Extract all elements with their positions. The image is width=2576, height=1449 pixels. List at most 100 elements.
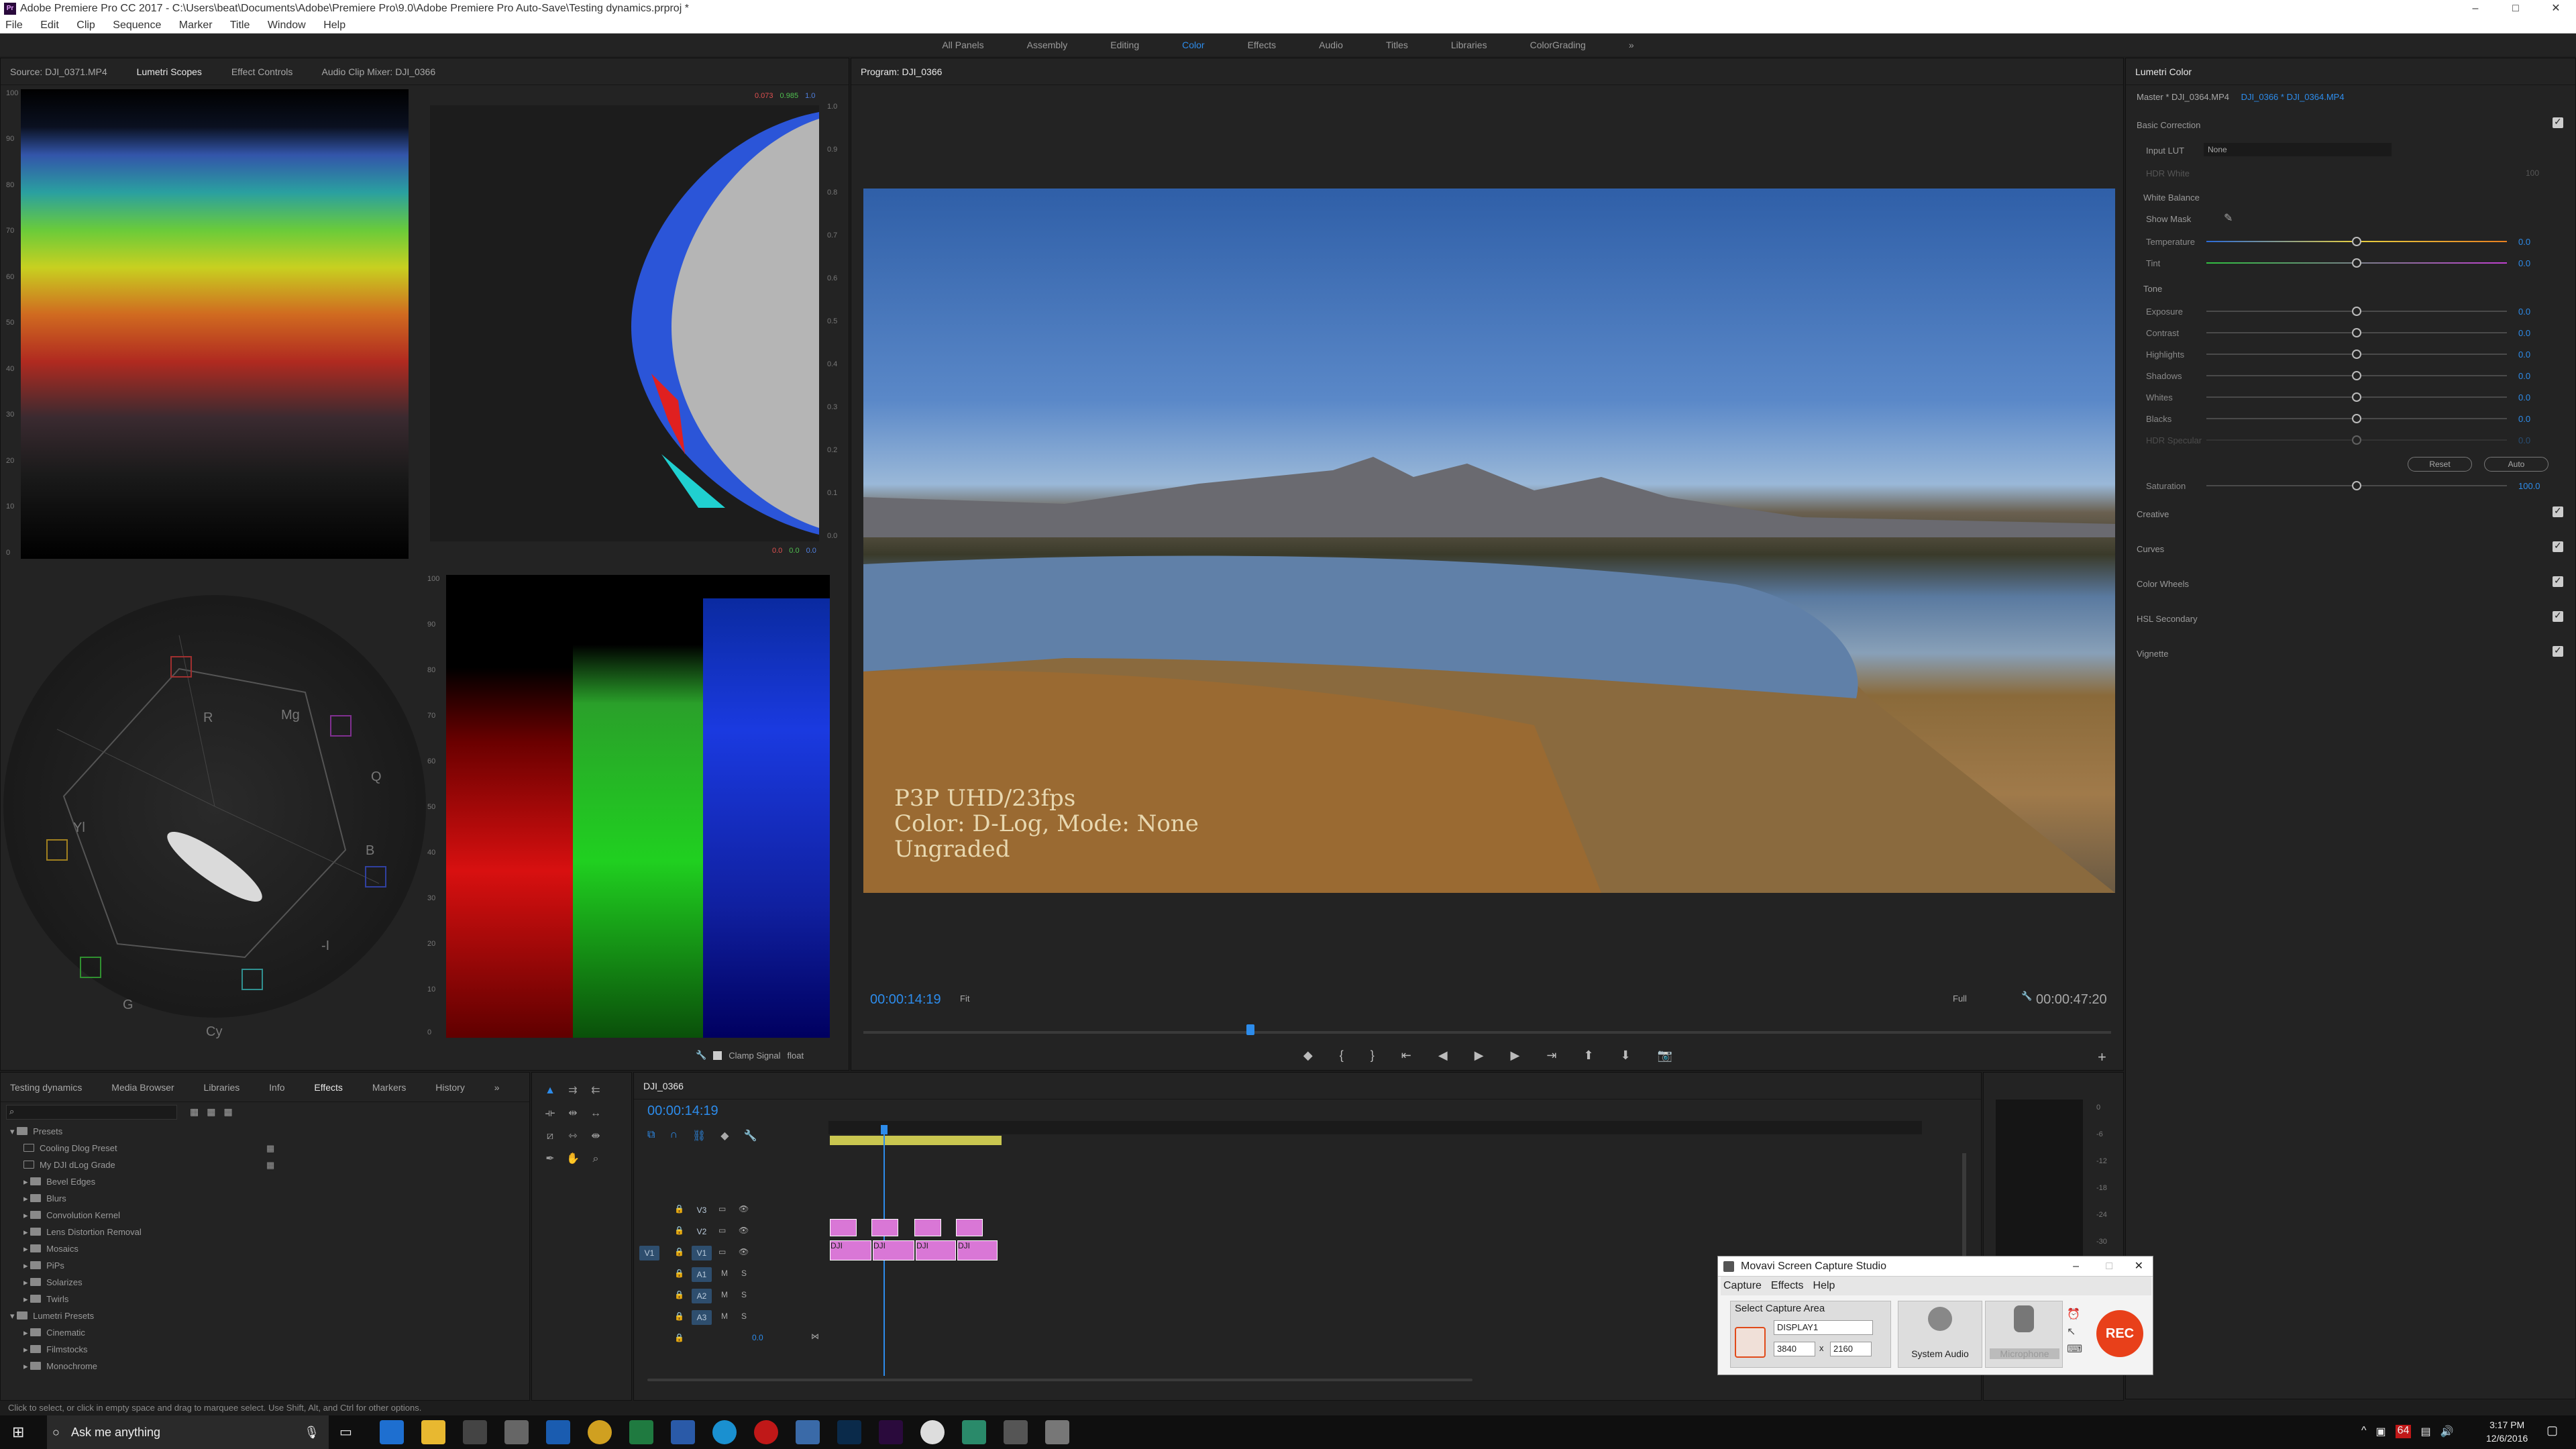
tone-auto-button[interactable]: Auto xyxy=(2484,457,2548,472)
curves-header[interactable]: Curves xyxy=(2137,544,2164,554)
workspace-titles[interactable]: Titles xyxy=(1386,40,1408,50)
effects-tree-item[interactable]: Cooling Dlog Preset ▦ xyxy=(23,1140,274,1157)
basic-correction-checkbox[interactable] xyxy=(2553,116,2563,128)
calculator-taskbar-icon[interactable] xyxy=(504,1420,529,1444)
lock-icon[interactable]: 🔒 xyxy=(674,1311,684,1321)
curves-checkbox[interactable] xyxy=(2553,540,2563,552)
creative-checkbox[interactable] xyxy=(2553,505,2563,517)
effects-tree-item[interactable]: ▸ Cinematic xyxy=(23,1325,85,1341)
keyboard-icon[interactable]: ⌨ xyxy=(2067,1341,2082,1358)
effects-tree-item[interactable]: ▸ PiPs xyxy=(23,1258,64,1274)
disclosure-closed-icon[interactable]: ▸ xyxy=(23,1344,30,1354)
tab-source[interactable]: Source: DJI_0371.MP4 xyxy=(10,66,107,77)
master-volume-value[interactable]: 0.0 xyxy=(752,1333,763,1342)
input-lut-dropdown[interactable]: None xyxy=(2204,143,2392,156)
workspace-effects[interactable]: Effects xyxy=(1248,40,1277,50)
app-taskbar-icon[interactable] xyxy=(796,1420,820,1444)
word-taskbar-icon[interactable] xyxy=(671,1420,695,1444)
tab-lumetri-color[interactable]: Lumetri Color xyxy=(2135,66,2192,77)
export-frame-icon[interactable]: 📷 xyxy=(1658,1049,1672,1069)
eye-icon[interactable]: 👁 xyxy=(739,1204,749,1214)
disclosure-closed-icon[interactable]: ▸ xyxy=(23,1210,30,1220)
tray-app-icon[interactable]: ▣ xyxy=(2376,1425,2386,1438)
highlights-value[interactable]: 0.0 xyxy=(2518,350,2530,360)
maximize-button[interactable]: □ xyxy=(2496,0,2536,17)
shadows-slider[interactable]: Shadows 0.0 xyxy=(2126,366,2575,386)
zoom-tool-icon[interactable]: ⌕ xyxy=(588,1152,603,1167)
zoom-fit-dropdown[interactable]: Fit xyxy=(960,994,969,1004)
tab-effects[interactable]: Effects xyxy=(314,1082,343,1093)
timeline-clip[interactable]: DJI xyxy=(957,1240,998,1260)
contrast-slider[interactable]: Contrast 0.0 xyxy=(2126,323,2575,343)
timeline-clip[interactable] xyxy=(956,1219,983,1236)
timeline-clip[interactable] xyxy=(830,1219,857,1236)
disclosure-closed-icon[interactable]: ▸ xyxy=(23,1193,30,1203)
contrast-value[interactable]: 0.0 xyxy=(2518,328,2530,338)
tab-markers[interactable]: Markers xyxy=(372,1082,407,1093)
app-taskbar-icon[interactable] xyxy=(1004,1420,1028,1444)
tray-badge[interactable]: 64 xyxy=(2395,1425,2412,1438)
yuv-effects-icon[interactable]: ▦ xyxy=(223,1106,232,1118)
wrench-settings-icon[interactable]: 🔧 xyxy=(2021,991,2032,1002)
taskbar-clock[interactable]: 3:17 PM 12/6/2016 xyxy=(2486,1418,2528,1445)
tint-value[interactable]: 0.0 xyxy=(2518,258,2530,268)
movavi-close-button[interactable]: ✕ xyxy=(2135,1256,2143,1277)
razor-tool-icon[interactable]: ⧄ xyxy=(543,1129,557,1144)
disclosure-open-icon[interactable]: ▾ xyxy=(10,1311,17,1321)
app-taskbar-icon[interactable] xyxy=(754,1420,778,1444)
app-taskbar-icon[interactable] xyxy=(962,1420,986,1444)
photoshop-taskbar-icon[interactable] xyxy=(837,1420,861,1444)
program-scrubber-track[interactable] xyxy=(863,1031,2111,1034)
blacks-value[interactable]: 0.0 xyxy=(2518,414,2530,424)
blacks-slider[interactable]: Blacks 0.0 xyxy=(2126,409,2575,429)
tab-project[interactable]: Testing dynamics xyxy=(10,1082,82,1093)
timeline-clip[interactable]: DJI xyxy=(830,1240,871,1260)
float-dropdown[interactable]: float xyxy=(788,1051,804,1061)
effects-tree-item[interactable]: ▸ Convolution Kernel xyxy=(23,1208,120,1224)
effects-tree-item[interactable]: ▸ Twirls xyxy=(23,1291,68,1307)
lift-icon[interactable]: ⬆ xyxy=(1583,1049,1593,1069)
effects-tree-item[interactable]: ▸ Mosaics xyxy=(23,1241,78,1257)
excel-taskbar-icon[interactable] xyxy=(629,1420,653,1444)
microphone-button[interactable]: Microphone xyxy=(1985,1301,2063,1368)
disclosure-closed-icon[interactable]: ▸ xyxy=(23,1328,30,1338)
tabs-more-button[interactable]: » xyxy=(494,1082,500,1093)
effects-tree-item[interactable]: ▸ Blurs xyxy=(23,1191,66,1207)
slip-tool-icon[interactable]: ⇿ xyxy=(566,1129,580,1144)
menu-edit[interactable]: Edit xyxy=(40,19,59,31)
tab-history[interactable]: History xyxy=(435,1082,465,1093)
mark-in-icon[interactable]: { xyxy=(1340,1049,1344,1069)
creative-header[interactable]: Creative xyxy=(2137,509,2169,519)
temperature-slider[interactable]: Temperature 0.0 xyxy=(2126,231,2575,252)
tab-audio-clip-mixer[interactable]: Audio Clip Mixer: DJI_0366 xyxy=(322,66,436,77)
clamp-signal-checkbox[interactable] xyxy=(713,1051,722,1060)
solo-button[interactable]: S xyxy=(741,1290,747,1299)
tab-program[interactable]: Program: DJI_0366 xyxy=(861,66,942,77)
disclosure-closed-icon[interactable]: ▸ xyxy=(23,1260,30,1271)
step-forward-icon[interactable]: ▶ xyxy=(1511,1049,1520,1069)
effects-tree-item[interactable]: My DJI dLog Grade ▦ xyxy=(23,1157,274,1173)
movavi-menu-capture[interactable]: Capture xyxy=(1723,1277,1762,1295)
disclosure-closed-icon[interactable]: ▸ xyxy=(23,1244,30,1254)
selection-tool-icon[interactable]: ▲ xyxy=(543,1083,557,1098)
highlights-slider[interactable]: Highlights 0.0 xyxy=(2126,344,2575,364)
task-view-icon[interactable]: ▭ xyxy=(339,1424,352,1440)
white-balance-header[interactable]: White Balance xyxy=(2143,193,2200,203)
workspace-audio[interactable]: Audio xyxy=(1319,40,1343,50)
timeline-timecode[interactable]: 00:00:14:19 xyxy=(647,1104,718,1119)
exposure-knob[interactable] xyxy=(2352,307,2361,316)
disclosure-open-icon[interactable]: ▾ xyxy=(10,1126,17,1136)
close-button[interactable]: ✕ xyxy=(2536,0,2576,17)
contrast-knob[interactable] xyxy=(2352,328,2361,337)
whites-value[interactable]: 0.0 xyxy=(2518,392,2530,402)
effects-tree-item[interactable]: ▸ Solarizes xyxy=(23,1275,83,1291)
source-patch-v1[interactable]: V1 xyxy=(639,1246,659,1260)
system-audio-button[interactable]: System Audio xyxy=(1898,1301,1982,1368)
menu-sequence[interactable]: Sequence xyxy=(113,19,161,31)
timeline-playhead-handle[interactable] xyxy=(881,1125,888,1134)
microphone-taskbar-icon[interactable]: 🎙 xyxy=(304,1415,319,1449)
nest-toggle-icon[interactable]: ⧉ xyxy=(647,1129,655,1142)
linked-selection-icon[interactable]: ⛓ xyxy=(692,1129,706,1142)
timer-icon[interactable]: ⏰ xyxy=(2067,1306,2082,1324)
lumetri-clip-selector[interactable]: Master * DJI_0364.MP4 DJI_0366 * DJI_036… xyxy=(2137,92,2345,102)
